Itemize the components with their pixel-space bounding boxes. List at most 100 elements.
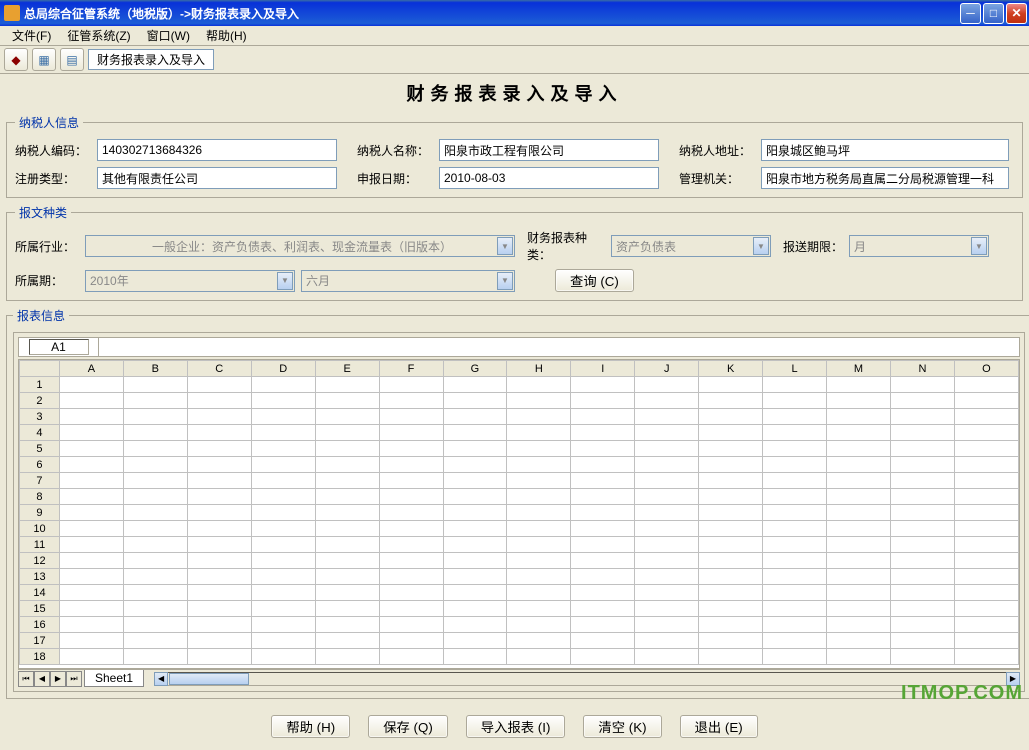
grid-cell[interactable] [187,425,251,441]
horizontal-scrollbar[interactable]: ◀ ▶ [154,672,1020,686]
grid-cell[interactable] [315,489,379,505]
grid-cell[interactable] [443,505,507,521]
grid-cell[interactable] [571,617,635,633]
input-reg-type[interactable]: 其他有限责任公司 [97,167,337,189]
import-button[interactable]: 导入报表 (I) [466,715,566,738]
save-button[interactable]: 保存 (Q) [368,715,448,738]
grid-cell[interactable] [123,377,187,393]
scroll-thumb[interactable] [169,673,249,685]
grid-cell[interactable] [315,505,379,521]
grid-cell[interactable] [443,393,507,409]
grid-cell[interactable] [123,633,187,649]
grid-cell[interactable] [379,505,443,521]
grid-cell[interactable] [379,617,443,633]
grid-cell[interactable] [763,553,827,569]
grid-cell[interactable] [635,633,699,649]
grid-cell[interactable] [379,633,443,649]
grid-cell[interactable] [635,489,699,505]
grid-cell[interactable] [699,457,763,473]
cell-reference-box[interactable]: A1 [19,338,99,356]
column-header[interactable]: N [890,361,954,377]
grid-cell[interactable] [890,505,954,521]
grid-cell[interactable] [954,649,1018,665]
grid-cell[interactable] [379,569,443,585]
row-header[interactable]: 14 [20,585,60,601]
grid-cell[interactable] [187,473,251,489]
grid-cell[interactable] [635,521,699,537]
grid-cell[interactable] [251,489,315,505]
grid-cell[interactable] [59,601,123,617]
grid-cell[interactable] [251,537,315,553]
grid-cell[interactable] [763,409,827,425]
query-button[interactable]: 查询 (C) [555,269,634,292]
grid-cell[interactable] [571,601,635,617]
grid-cell[interactable] [827,585,891,601]
grid-cell[interactable] [507,585,571,601]
grid-cell[interactable] [699,649,763,665]
grid-cell[interactable] [187,505,251,521]
grid-cell[interactable] [763,601,827,617]
grid-cell[interactable] [507,521,571,537]
grid-cell[interactable] [763,441,827,457]
grid-cell[interactable] [890,457,954,473]
grid-cell[interactable] [507,617,571,633]
grid-cell[interactable] [699,633,763,649]
grid-cell[interactable] [635,409,699,425]
sheet-nav-prev-icon[interactable]: ◀ [34,671,50,687]
grid-cell[interactable] [315,441,379,457]
grid-cell[interactable] [890,377,954,393]
menu-system[interactable]: 征管系统(Z) [59,25,138,46]
grid-cell[interactable] [251,553,315,569]
grid-cell[interactable] [507,489,571,505]
grid-cell[interactable] [827,393,891,409]
grid-cell[interactable] [443,457,507,473]
grid-cell[interactable] [315,521,379,537]
column-header[interactable]: M [827,361,891,377]
sheet-nav-first-icon[interactable]: ⏮ [18,671,34,687]
input-taxpayer-name[interactable]: 阳泉市政工程有限公司 [439,139,659,161]
grid-cell[interactable] [187,585,251,601]
grid-cell[interactable] [315,409,379,425]
column-header[interactable]: F [379,361,443,377]
grid-cell[interactable] [763,457,827,473]
grid-cell[interactable] [187,649,251,665]
grid-cell[interactable] [699,425,763,441]
row-header[interactable]: 15 [20,601,60,617]
grid-cell[interactable] [763,489,827,505]
grid-cell[interactable] [379,489,443,505]
row-header[interactable]: 12 [20,553,60,569]
grid-cell[interactable] [315,393,379,409]
grid-cell[interactable] [571,521,635,537]
grid-cell[interactable] [890,585,954,601]
grid-cell[interactable] [699,521,763,537]
row-header[interactable]: 10 [20,521,60,537]
grid-cell[interactable] [123,473,187,489]
grid-cell[interactable] [443,553,507,569]
grid-cell[interactable] [507,537,571,553]
grid-cell[interactable] [571,585,635,601]
grid-cell[interactable] [443,601,507,617]
grid-cell[interactable] [827,553,891,569]
grid-cell[interactable] [954,633,1018,649]
row-header[interactable]: 5 [20,441,60,457]
grid-cell[interactable] [443,633,507,649]
grid-cell[interactable] [827,377,891,393]
grid-cell[interactable] [699,377,763,393]
grid-cell[interactable] [379,553,443,569]
grid-cell[interactable] [954,489,1018,505]
grid-cell[interactable] [763,617,827,633]
grid-cell[interactable] [251,441,315,457]
row-header[interactable]: 1 [20,377,60,393]
grid-cell[interactable] [59,617,123,633]
grid-cell[interactable] [699,617,763,633]
grid-cell[interactable] [123,553,187,569]
grid-cell[interactable] [827,489,891,505]
grid-cell[interactable] [890,617,954,633]
grid-cell[interactable] [827,409,891,425]
grid-cell[interactable] [443,489,507,505]
input-taxpayer-code[interactable]: 140302713684326 [97,139,337,161]
grid-cell[interactable] [699,473,763,489]
grid-cell[interactable] [123,521,187,537]
grid-cell[interactable] [763,393,827,409]
grid-cell[interactable] [251,585,315,601]
